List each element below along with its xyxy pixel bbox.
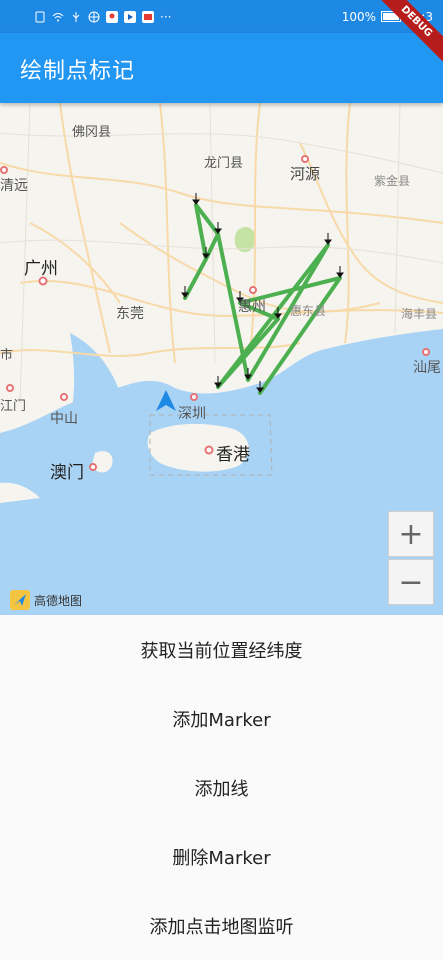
place-label: 市 — [0, 348, 14, 363]
zoom-out-button[interactable]: − — [388, 559, 434, 605]
add-marker-button[interactable]: 添加Marker — [0, 684, 443, 753]
marker — [336, 266, 344, 278]
place-label: 香港 — [216, 445, 250, 465]
place-label: 河源 — [290, 165, 321, 183]
wifi-icon — [52, 11, 64, 23]
amap-logo: 高德地图 — [10, 590, 82, 610]
location-app-icon — [106, 10, 118, 23]
sim-icon — [34, 11, 46, 23]
news-app-icon — [142, 10, 154, 23]
app-bar: 绘制点标记 — [0, 33, 443, 103]
usb-icon — [70, 11, 82, 23]
remove-marker-button[interactable]: 删除Marker — [0, 822, 443, 891]
get-location-button[interactable]: 获取当前位置经纬度 — [0, 615, 443, 684]
more-notifications-icon: ··· — [160, 9, 172, 24]
status-bar: ··· 100% 11:3 DEBUG — [0, 0, 443, 68]
place-label: 海丰县 — [401, 307, 438, 321]
place-label: 深圳 — [178, 406, 206, 422]
amap-logo-text: 高德地图 — [34, 593, 83, 608]
place-label: 广州 — [24, 259, 58, 279]
place-label: 龙门县 — [204, 156, 244, 171]
place-label: 东莞 — [116, 306, 144, 322]
place-label: 澳门 — [50, 463, 84, 483]
action-list: 获取当前位置经纬度 添加Marker 添加线 删除Marker 添加点击地图监听 — [0, 615, 443, 960]
amap-logo-icon — [10, 590, 30, 610]
add-map-click-listener-button[interactable]: 添加点击地图监听 — [0, 891, 443, 960]
place-label: 惠东县 — [290, 304, 327, 318]
place-label: 中山 — [50, 411, 78, 427]
page-title: 绘制点标记 — [20, 59, 136, 84]
zoom-in-button[interactable]: + — [388, 511, 434, 557]
map-view[interactable]: 佛冈县 龙门县 河源 紫金县 清远 广州 东莞 惠州 惠东县 海丰县 汕尾 市 … — [0, 103, 443, 615]
place-label: 江门 — [0, 399, 27, 414]
marker — [324, 233, 332, 245]
video-app-icon — [124, 10, 136, 23]
status-icons: ··· — [0, 10, 171, 24]
place-label: 清远 — [0, 178, 28, 194]
place-label: 惠州 — [238, 299, 266, 315]
place-label: 佛冈县 — [72, 125, 112, 140]
place-label: 汕尾 — [413, 360, 441, 376]
place-label: 紫金县 — [374, 174, 411, 188]
battery-level: 100% — [341, 9, 377, 24]
add-line-button[interactable]: 添加线 — [0, 753, 443, 822]
globe-icon — [88, 11, 100, 23]
